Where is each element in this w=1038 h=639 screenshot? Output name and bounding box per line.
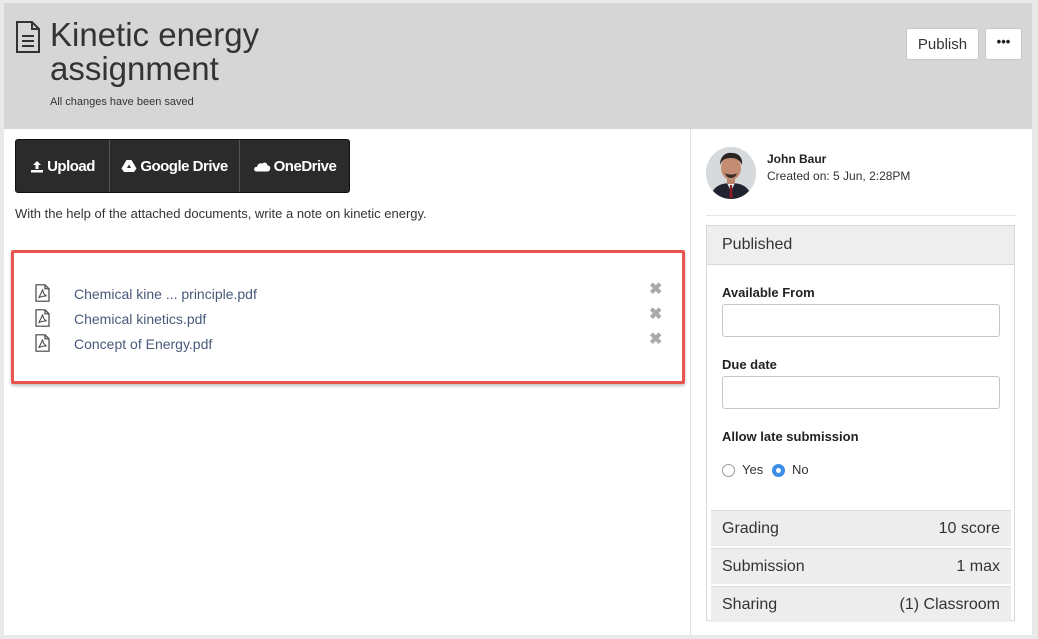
submission-row[interactable]: Submission 1 max: [711, 548, 1011, 584]
due-date-input[interactable]: [722, 376, 1000, 409]
attachment-item: Chemical kine ... principle.pdf ✖: [14, 281, 682, 305]
more-options-button[interactable]: •••: [985, 28, 1022, 60]
attachment-item: Concept of Energy.pdf ✖: [14, 331, 682, 355]
due-date-label: Due date: [722, 357, 777, 372]
save-status: All changes have been saved: [50, 96, 194, 108]
avatar: [706, 147, 756, 199]
page-header: Kinetic energy assignment All changes ha…: [4, 3, 1032, 129]
upload-button-label: Upload: [47, 157, 95, 175]
late-submission-label: Allow late submission: [722, 429, 859, 444]
sharing-value: (1) Classroom: [899, 596, 1000, 613]
created-date: Created on: 5 Jun, 2:28PM: [767, 169, 911, 183]
late-no-radio[interactable]: [772, 464, 785, 477]
late-yes-label[interactable]: Yes: [742, 462, 763, 477]
onedrive-button[interactable]: OneDrive: [240, 140, 349, 192]
document-icon: [16, 21, 40, 53]
pdf-file-icon: [35, 309, 50, 327]
panel-status-title: Published: [722, 236, 793, 253]
available-from-label: Available From: [722, 285, 815, 300]
column-divider: [690, 129, 691, 635]
remove-attachment-icon[interactable]: ✖: [649, 279, 662, 299]
attachment-link[interactable]: Concept of Energy.pdf: [74, 336, 212, 352]
author-name: John Baur: [767, 152, 827, 166]
remove-attachment-icon[interactable]: ✖: [649, 304, 662, 324]
upload-icon: [31, 160, 44, 172]
grading-label: Grading: [722, 520, 779, 537]
late-no-label[interactable]: No: [792, 462, 809, 477]
sidebar-divider: [706, 215, 1016, 216]
submission-label: Submission: [722, 558, 805, 575]
google-drive-icon: [121, 160, 137, 172]
publish-settings-panel: Published Available From Due date Allow …: [706, 225, 1015, 622]
google-drive-button-label: Google Drive: [140, 157, 228, 175]
pdf-file-icon: [35, 284, 50, 302]
pdf-file-icon: [35, 334, 50, 352]
attachments-list: Chemical kine ... principle.pdf ✖ Chemic…: [11, 250, 685, 384]
onedrive-button-label: OneDrive: [273, 157, 337, 175]
publish-button[interactable]: Publish: [906, 28, 979, 60]
attachment-item: Chemical kinetics.pdf ✖: [14, 306, 682, 330]
assignment-instructions: With the help of the attached documents,…: [15, 206, 427, 221]
sharing-row[interactable]: Sharing (1) Classroom: [711, 586, 1011, 622]
sharing-label: Sharing: [722, 596, 778, 613]
google-drive-button[interactable]: Google Drive: [110, 140, 240, 192]
late-yes-radio[interactable]: [722, 464, 735, 477]
remove-attachment-icon[interactable]: ✖: [649, 329, 662, 349]
upload-button[interactable]: Upload: [16, 140, 110, 192]
grading-value: 10 score: [938, 520, 1000, 537]
assignment-editor: Kinetic energy assignment All changes ha…: [4, 3, 1032, 635]
avatar-photo: [706, 147, 756, 199]
grading-row[interactable]: Grading 10 score: [711, 510, 1011, 546]
attachment-link[interactable]: Chemical kinetics.pdf: [74, 311, 206, 327]
available-from-input[interactable]: [722, 304, 1000, 337]
onedrive-icon: [253, 162, 270, 171]
page-title: Kinetic energy assignment: [50, 16, 260, 87]
panel-header: Published: [707, 226, 1014, 265]
submission-value: 1 max: [956, 558, 1000, 575]
attachment-link[interactable]: Chemical kine ... principle.pdf: [74, 286, 257, 302]
upload-toolbar: Upload Google Drive OneDrive: [15, 139, 350, 193]
